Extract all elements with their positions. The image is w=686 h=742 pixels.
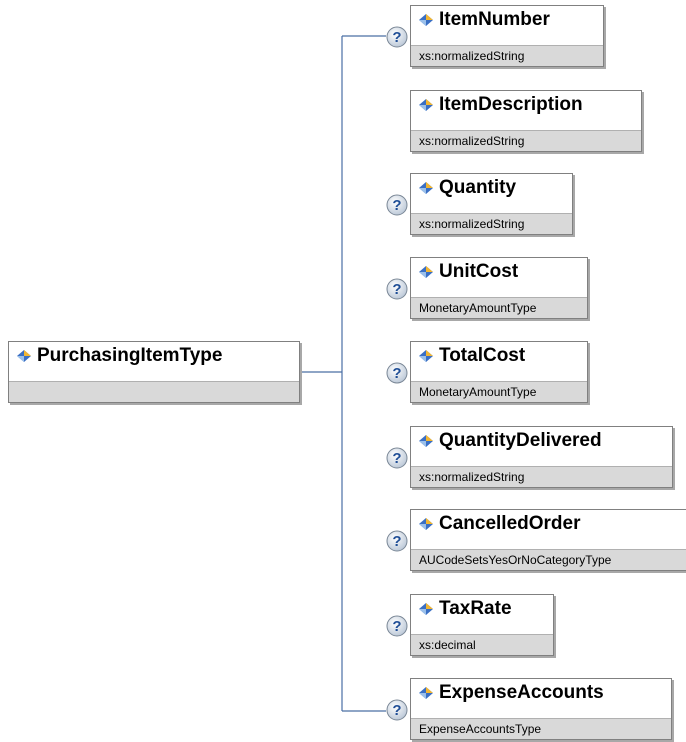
child-element-type: AUCodeSetsYesOrNoCategoryType: [411, 549, 686, 570]
svg-text:?: ?: [392, 618, 401, 635]
child-element-name: UnitCost: [439, 261, 519, 282]
element-diamond-icon: [419, 687, 433, 699]
child-element-type: ExpenseAccountsType: [411, 718, 671, 739]
root-element-name: PurchasingItemType: [37, 345, 223, 366]
child-element-header: UnitCost: [411, 258, 587, 286]
child-element-type: xs:normalizedString: [411, 45, 603, 66]
question-mark-icon[interactable]: ?: [386, 194, 408, 216]
child-element-type: MonetaryAmountType: [411, 381, 587, 402]
child-element-header: QuantityDelivered: [411, 427, 672, 455]
child-element-type: xs:normalizedString: [411, 130, 641, 151]
child-element-box[interactable]: TotalCost MonetaryAmountType: [410, 341, 588, 403]
child-element-header: Quantity: [411, 174, 572, 202]
svg-text:?: ?: [392, 365, 401, 382]
element-diamond-icon: [419, 99, 433, 111]
question-mark-icon[interactable]: ?: [386, 362, 408, 384]
svg-text:?: ?: [392, 197, 401, 214]
element-diamond-icon: [419, 518, 433, 530]
child-element-header: ExpenseAccounts: [411, 679, 671, 707]
question-mark-icon[interactable]: ?: [386, 615, 408, 637]
question-mark-icon[interactable]: ?: [386, 699, 408, 721]
question-mark-icon[interactable]: ?: [386, 447, 408, 469]
element-diamond-icon: [419, 14, 433, 26]
child-element-type: MonetaryAmountType: [411, 297, 587, 318]
svg-text:?: ?: [392, 450, 401, 467]
child-element-box[interactable]: UnitCost MonetaryAmountType: [410, 257, 588, 319]
svg-text:?: ?: [392, 702, 401, 719]
question-mark-icon[interactable]: ?: [386, 278, 408, 300]
svg-text:?: ?: [392, 281, 401, 298]
child-element-type: xs:decimal: [411, 634, 553, 655]
child-element-box[interactable]: QuantityDelivered xs:normalizedString: [410, 426, 673, 488]
root-element-box[interactable]: PurchasingItemType: [8, 341, 300, 403]
child-element-box[interactable]: CancelledOrder AUCodeSetsYesOrNoCategoryT…: [410, 509, 686, 571]
svg-text:?: ?: [392, 533, 401, 550]
child-element-header: CancelledOrder: [411, 510, 686, 538]
question-mark-icon[interactable]: ?: [386, 530, 408, 552]
child-element-header: TotalCost: [411, 342, 587, 370]
element-diamond-icon: [419, 435, 433, 447]
child-element-name: ItemNumber: [439, 9, 550, 30]
element-diamond-icon: [419, 266, 433, 278]
child-element-name: CancelledOrder: [439, 513, 581, 534]
child-element-name: ExpenseAccounts: [439, 682, 604, 703]
element-diamond-icon: [419, 182, 433, 194]
child-element-type: xs:normalizedString: [411, 466, 672, 487]
element-diamond-icon: [17, 350, 31, 362]
root-element-type-band: [9, 381, 299, 402]
child-element-header: ItemDescription: [411, 91, 641, 119]
child-element-name: TaxRate: [439, 598, 512, 619]
child-element-box[interactable]: ExpenseAccounts ExpenseAccountsType: [410, 678, 672, 740]
child-element-box[interactable]: ItemDescription xs:normalizedString: [410, 90, 642, 152]
child-element-type: xs:normalizedString: [411, 213, 572, 234]
child-element-box[interactable]: TaxRate xs:decimal: [410, 594, 554, 656]
child-element-box[interactable]: ItemNumber xs:normalizedString: [410, 5, 604, 67]
child-element-name: Quantity: [439, 177, 517, 198]
child-element-name: ItemDescription: [439, 94, 583, 115]
root-element-header: PurchasingItemType: [9, 342, 299, 370]
child-element-header: TaxRate: [411, 595, 553, 623]
child-element-name: QuantityDelivered: [439, 430, 602, 451]
child-element-header: ItemNumber: [411, 6, 603, 34]
child-element-name: TotalCost: [439, 345, 526, 366]
element-diamond-icon: [419, 350, 433, 362]
svg-text:?: ?: [392, 29, 401, 46]
child-element-box[interactable]: Quantity xs:normalizedString: [410, 173, 573, 235]
question-mark-icon[interactable]: ?: [386, 26, 408, 48]
element-diamond-icon: [419, 603, 433, 615]
